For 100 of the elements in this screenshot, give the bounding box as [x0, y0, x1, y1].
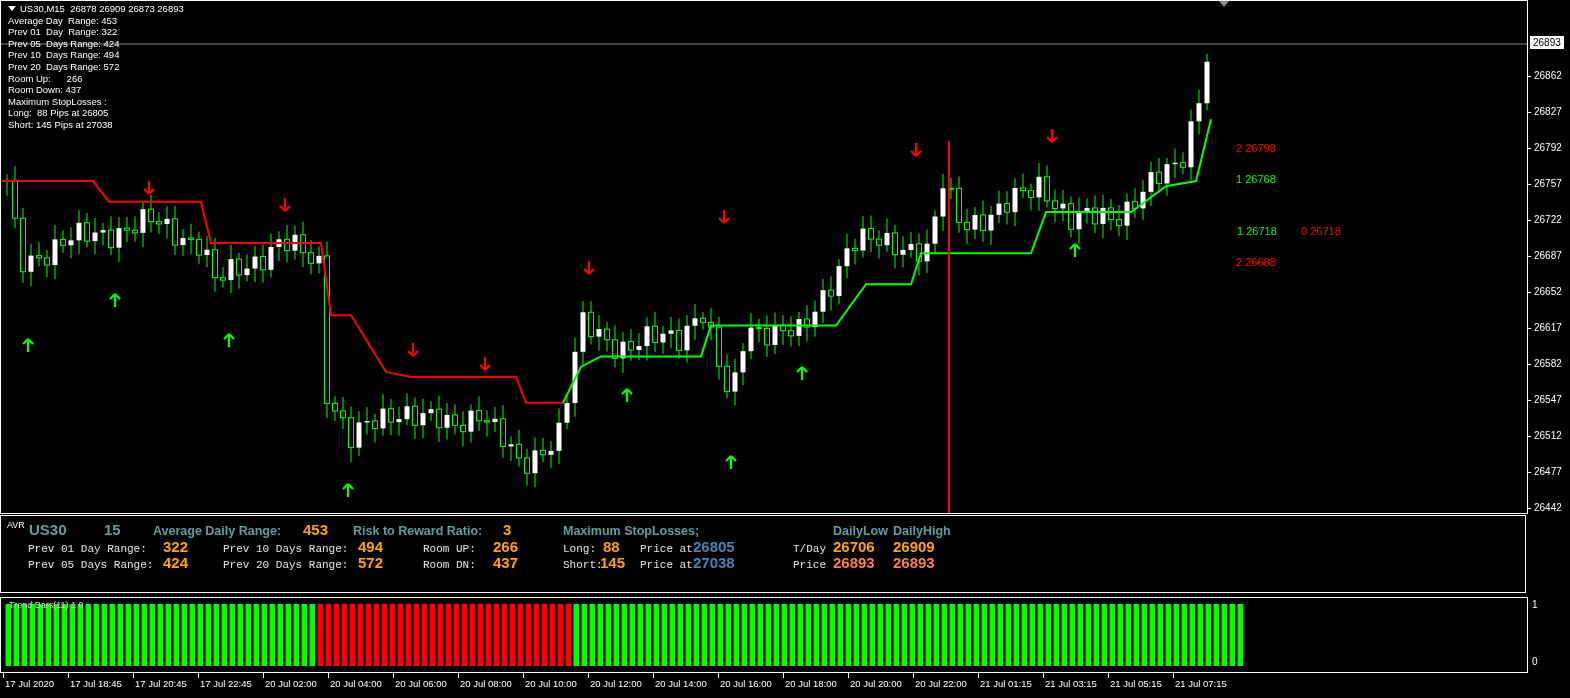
candle	[516, 429, 522, 467]
time-label: 17 Jul 18:45	[70, 678, 122, 689]
candle	[692, 303, 698, 341]
candle	[220, 266, 226, 288]
arrow-up-icon	[1068, 242, 1082, 259]
heading-label: DailyHigh	[893, 524, 952, 538]
candle	[300, 221, 306, 268]
field-label: Long:	[563, 543, 597, 555]
candle	[1044, 165, 1050, 209]
candle	[468, 403, 474, 444]
candle	[612, 324, 618, 368]
time-label: 21 Jul 01:15	[980, 678, 1032, 689]
candle	[1172, 148, 1178, 179]
field-label: Prev 01 Day Range:	[28, 543, 148, 555]
candle	[236, 252, 242, 290]
candle	[756, 318, 762, 344]
candle	[716, 316, 722, 381]
candle	[1140, 179, 1146, 221]
candle	[556, 407, 562, 465]
symbol-label: US30	[29, 521, 68, 538]
arrow-down-icon	[582, 259, 596, 276]
info-line: Prev 05 Days Range: 424	[8, 37, 121, 50]
level-label: 1 26768	[1236, 173, 1276, 185]
chart-shift-icon	[1219, 1, 1229, 7]
candle	[796, 311, 802, 347]
indicator-tag: AVR	[7, 520, 29, 530]
candle	[100, 222, 106, 246]
candle	[148, 194, 154, 234]
level-label: 1 26718	[1237, 225, 1277, 237]
candle	[84, 212, 90, 248]
candle	[260, 244, 266, 284]
candle	[564, 395, 570, 430]
candle	[1100, 194, 1106, 239]
candle	[1116, 204, 1122, 237]
info-line: Prev 10 Days Range: 494	[8, 49, 121, 61]
value-label: 322	[163, 538, 190, 555]
scale-label: 1	[1532, 599, 1539, 610]
candle	[284, 224, 290, 264]
arrow-down-icon	[406, 341, 420, 358]
candle	[700, 311, 706, 330]
candle	[444, 402, 450, 441]
arrow-up-icon	[724, 454, 738, 471]
candle	[36, 241, 42, 268]
level-label: 0 26718	[1301, 225, 1341, 237]
price-label: 26652	[1534, 284, 1562, 299]
candle	[276, 230, 282, 262]
arrow-down-icon	[142, 179, 156, 196]
candle	[644, 316, 650, 361]
candle	[348, 406, 354, 463]
arrow-down-icon	[478, 355, 492, 372]
candle	[1164, 157, 1170, 197]
candle	[732, 358, 738, 406]
candle	[676, 318, 682, 360]
caret-icon[interactable]	[8, 5, 16, 12]
candle	[4, 173, 10, 197]
candle	[380, 393, 386, 437]
candle	[108, 215, 114, 256]
info-line: Room Up: 266	[8, 72, 84, 85]
price-label: 26547	[1534, 392, 1562, 407]
time-label: 20 Jul 20:00	[850, 678, 902, 689]
candle	[1052, 189, 1058, 223]
candle	[212, 237, 218, 293]
candle	[340, 396, 346, 430]
price-value: 26893	[893, 554, 936, 571]
candle	[1092, 195, 1098, 234]
scale-label: 0	[1532, 656, 1539, 667]
candle	[876, 229, 882, 260]
candle	[484, 409, 490, 437]
candle	[204, 235, 210, 268]
info-line: Prev 20 Days Range: 572	[8, 60, 121, 73]
time-label: 20 Jul 18:00	[785, 678, 837, 689]
candle	[844, 233, 850, 279]
stop-price-value: 26805	[693, 538, 736, 555]
candle	[524, 448, 530, 486]
candle	[412, 396, 418, 440]
value-label: 424	[163, 554, 190, 571]
candle	[228, 244, 234, 294]
candle	[1132, 187, 1138, 219]
stop-price-value: 27038	[693, 554, 736, 571]
arrow-down-icon	[278, 196, 292, 213]
candle	[860, 215, 866, 259]
candle	[164, 205, 170, 239]
arrow-up-icon	[108, 292, 122, 309]
candle	[972, 206, 978, 240]
candle	[420, 398, 426, 439]
candle	[548, 440, 554, 469]
heading-label: Maximum StopLosses;	[563, 524, 701, 538]
candle	[836, 258, 842, 305]
candle	[332, 395, 338, 422]
time-label: 20 Jul 14:00	[655, 678, 707, 689]
candle	[1196, 89, 1202, 136]
candle	[788, 315, 794, 348]
candle	[884, 218, 890, 253]
arrow-up-icon	[795, 365, 809, 382]
value-label: 26706	[833, 538, 876, 555]
candle	[388, 398, 394, 436]
candle	[1188, 109, 1194, 181]
arrow-up-icon	[341, 482, 355, 499]
arrow-down-icon	[909, 141, 923, 158]
candle	[252, 245, 258, 283]
